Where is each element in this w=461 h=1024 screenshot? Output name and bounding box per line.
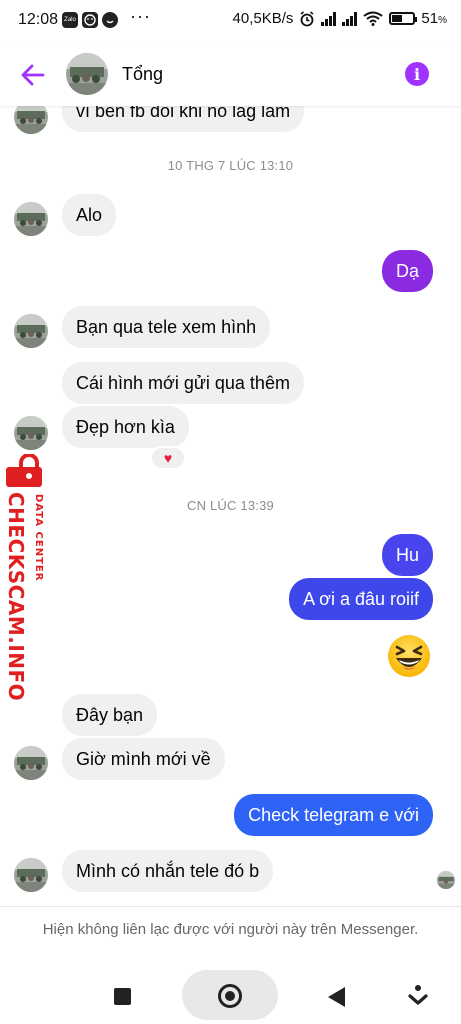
battery-icon [389, 12, 418, 25]
message-bubble[interactable]: Mình có nhắn tele đó b [62, 850, 274, 892]
network-speed: 40,5KB/s [232, 10, 294, 27]
notification-icons: Zalo [62, 12, 118, 28]
back-button[interactable] [18, 60, 48, 90]
lock-icon [6, 454, 42, 487]
status-right: 40,5KB/s 51% [233, 10, 447, 27]
battery-percent: 51% [421, 10, 447, 27]
arrow-left-icon [21, 64, 45, 86]
wifi-icon [363, 11, 384, 26]
zalo-sticker-icon [102, 12, 118, 28]
watermark-sub-text: DATA CENTER [33, 494, 44, 582]
message-text: vì bên fb đôi khi nó lag lắm [76, 106, 291, 121]
message-text: Hu [395, 545, 419, 565]
zalo-icon: Zalo [62, 12, 78, 28]
message-text: A ơi a đâu roiif [303, 589, 419, 609]
message-bubble[interactable]: Alo [62, 194, 117, 236]
timestamp: CN LÚC 13:39 [187, 498, 274, 513]
message-bubble[interactable]: Giờ mình mới về [62, 738, 225, 780]
timestamp: 10 THG 7 LÚC 13:10 [167, 158, 294, 173]
contact-avatar-small[interactable] [14, 202, 48, 236]
conversation-header: Tổng i [0, 42, 461, 106]
message-bubble-sent[interactable]: A ơi a đâu roiif [289, 578, 433, 620]
seen-receipt-avatar [437, 871, 455, 889]
contact-avatar[interactable] [66, 53, 108, 95]
message-bubble[interactable]: Đây bạn [62, 694, 158, 736]
status-time: 12:08 [18, 11, 59, 28]
message-bubble[interactable]: Đẹp hơn kìa [62, 406, 189, 448]
watermark: CHECKSCAM.INFO DATA CENTER [0, 452, 50, 701]
notification-pulldown-icon[interactable] [408, 984, 428, 1008]
contact-avatar-small[interactable] [14, 106, 48, 134]
message-bubble[interactable]: vì bên fb đôi khi nó lag lắm [62, 106, 305, 132]
message-bubble-sent[interactable]: Dạ [381, 250, 433, 292]
messenger-icon [82, 12, 98, 28]
message-text: Đẹp hơn kìa [76, 417, 175, 437]
message-bubble[interactable]: Bạn qua tele xem hình [62, 306, 271, 348]
message-text: Alo [76, 205, 103, 225]
contact-avatar-small[interactable] [14, 746, 48, 780]
message-text: Cái hình mới gửi qua thêm [76, 373, 290, 393]
composer-disabled-notice: Hiện không liên lạc được với người này t… [0, 906, 461, 966]
message-bubble[interactable]: Cái hình mới gửi qua thêm [62, 362, 304, 404]
message-text: Bạn qua tele xem hình [76, 317, 257, 337]
unavailable-notice-text: Hiện không liên lạc được với người này t… [42, 921, 419, 938]
message-text: Check telegram e với [248, 805, 419, 825]
message-bubble-sent[interactable]: Hu [381, 534, 433, 576]
contact-avatar-small[interactable] [14, 416, 48, 450]
alarm-icon [300, 10, 314, 26]
reaction-glyph: ♥ [163, 450, 173, 466]
home-button[interactable] [218, 984, 242, 1008]
message-bubble-sent[interactable]: Check telegram e với [234, 794, 433, 836]
contact-name[interactable]: Tổng [122, 64, 163, 85]
info-icon[interactable]: i [405, 62, 429, 86]
watermark-main-text: CHECKSCAM.INFO [4, 492, 28, 702]
message-list[interactable]: vì bên fb đôi khi nó lag lắm 10 THG 7 LÚ… [0, 106, 461, 906]
laughing-emoji-icon[interactable] [387, 634, 431, 678]
contact-avatar-small[interactable] [14, 858, 48, 892]
more-notifications-icon: ··· [130, 6, 151, 26]
message-text: Giờ mình mới về [76, 749, 211, 769]
signal-2-icon [342, 11, 358, 26]
message-text: Mình có nhắn tele đó b [76, 861, 260, 881]
system-navigation-bar [0, 966, 461, 1024]
back-nav-button[interactable] [328, 987, 345, 1007]
contact-avatar-small[interactable] [14, 314, 48, 348]
message-text: Dạ [395, 261, 419, 281]
message-text: Đây bạn [76, 705, 144, 725]
signal-1-icon [321, 11, 337, 26]
recent-apps-button[interactable] [114, 988, 131, 1005]
heart-reaction-icon[interactable]: ♥ [150, 446, 186, 470]
status-bar: 12:08 Zalo ··· 40,5KB/s 51% [0, 0, 461, 42]
